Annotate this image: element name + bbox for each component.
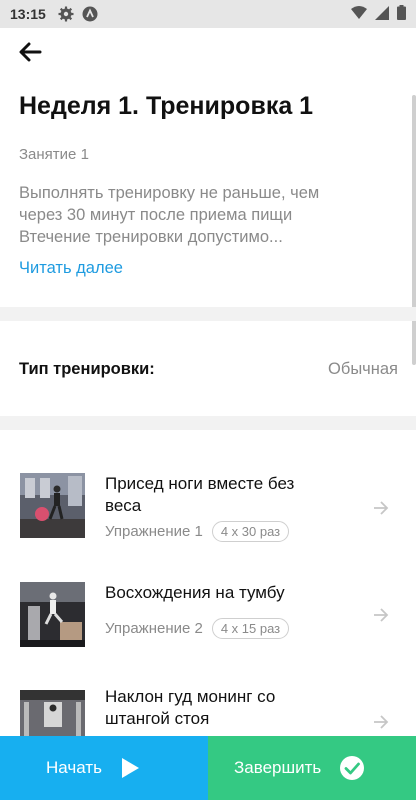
exercise-thumbnail (20, 582, 85, 647)
section-divider (0, 416, 416, 430)
start-button-label: Начать (46, 758, 102, 777)
exercise-row[interactable]: Присед ноги вместе без веса Упражнение 1… (0, 473, 416, 563)
description-line: Выполнять тренировку не раньше, чем (19, 184, 320, 202)
back-button[interactable] (14, 38, 46, 70)
exercise-thumbnail (20, 473, 85, 538)
exercise-number: Упражнение 2 (105, 620, 203, 637)
training-type-label: Тип тренировки: (19, 360, 155, 378)
exercise-name: Присед ноги вместе без веса (105, 473, 345, 517)
signal-icon (375, 5, 389, 23)
description-line: Втечение тренировки допустимо... (19, 228, 283, 246)
exercise-row[interactable]: Восхождения на тумбу Упражнение 2 4 x 15… (0, 582, 416, 672)
exercise-name-line: штангой стоя (105, 709, 210, 728)
exercise-thumbnail (20, 690, 85, 736)
section-divider (0, 307, 416, 321)
exercise-meta: Упражнение 1 4 x 30 раз (105, 521, 290, 542)
exercise-name-line: Восхождения на тумбу (105, 583, 285, 602)
start-button[interactable]: Начать (0, 736, 208, 800)
finish-button-label: Завершить (234, 758, 322, 777)
arrow-right-icon (372, 713, 390, 731)
exercise-name-line: Наклон гуд монинг со (105, 687, 276, 706)
description: Выполнять тренировку не раньше, чем чере… (19, 182, 389, 248)
check-circle-icon (339, 755, 365, 781)
exercise-name-line: веса (105, 496, 142, 515)
exercise-row[interactable]: Наклон гуд монинг со штангой стоя (0, 686, 416, 736)
exercise-name: Наклон гуд монинг со штангой стоя (105, 686, 345, 730)
play-icon (120, 757, 140, 779)
finish-button[interactable]: Завершить (208, 736, 416, 800)
reps-badge: 4 x 30 раз (211, 521, 290, 542)
app-notification-icon (82, 6, 98, 22)
description-line: через 30 минут после приема пищи (19, 206, 293, 224)
arrow-right-icon (372, 606, 390, 624)
arrow-right-icon (372, 499, 390, 517)
exercise-name: Восхождения на тумбу (105, 582, 345, 604)
status-bar: 13:15 (0, 0, 416, 28)
battery-icon (397, 5, 406, 23)
status-time: 13:15 (10, 6, 46, 22)
lesson-label: Занятие 1 (19, 146, 89, 163)
read-more-link[interactable]: Читать далее (19, 259, 123, 278)
reps-badge: 4 x 15 раз (211, 618, 290, 639)
training-type-value: Обычная (328, 360, 398, 378)
wifi-icon (351, 5, 367, 23)
exercise-number: Упражнение 1 (105, 523, 203, 540)
scroll-indicator[interactable] (412, 95, 416, 365)
settings-gear-icon (58, 6, 74, 22)
exercise-name-line: Присед ноги вместе без (105, 474, 295, 493)
arrow-left-icon (18, 42, 42, 67)
page-title: Неделя 1. Тренировка 1 (19, 92, 314, 120)
exercise-meta: Упражнение 2 4 x 15 раз (105, 618, 290, 639)
